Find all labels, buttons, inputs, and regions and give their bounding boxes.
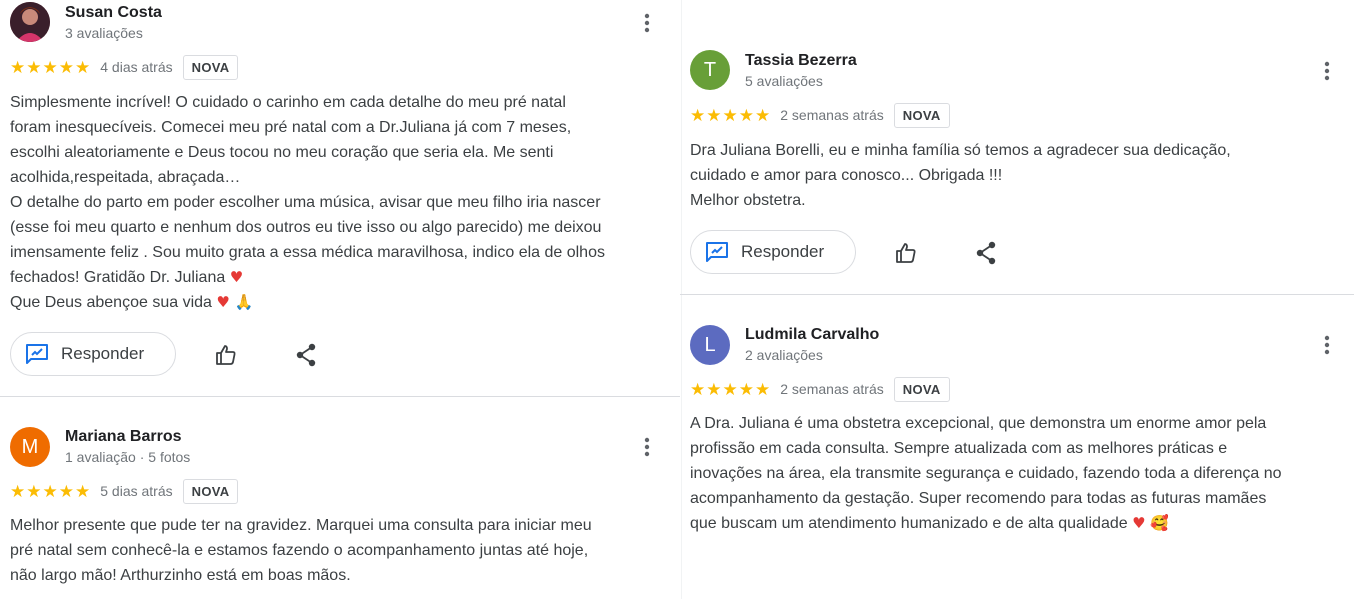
review-date: 2 semanas atrás bbox=[780, 107, 884, 123]
rating-row: ★ ★ ★ ★ ★ 2 semanas atrás NOVA bbox=[690, 376, 950, 402]
avatar[interactable]: T bbox=[690, 50, 730, 90]
star-rating: ★ ★ ★ ★ ★ bbox=[10, 57, 91, 77]
new-badge: NOVA bbox=[893, 376, 950, 402]
rating-row: ★ ★ ★ ★ ★ 2 semanas atrás NOVA bbox=[690, 102, 950, 128]
like-icon[interactable] bbox=[212, 341, 240, 369]
rating-row: ★ ★ ★ ★ ★ 5 dias atrás NOVA bbox=[10, 478, 239, 504]
review-text: A Dra. Juliana é uma obstetra excepciona… bbox=[690, 415, 1282, 532]
star-rating: ★ ★ ★ ★ ★ bbox=[690, 105, 771, 125]
reply-icon bbox=[26, 344, 48, 364]
heart-pray-emoji: ♥ 🙏 bbox=[216, 293, 254, 311]
rating-row: ★ ★ ★ ★ ★ 4 dias atrás NOVA bbox=[10, 54, 239, 80]
reply-button[interactable]: Responder bbox=[10, 332, 176, 376]
reviewer-meta: 5 avaliações bbox=[745, 73, 823, 89]
reviewer-name[interactable]: Susan Costa bbox=[65, 4, 162, 22]
reviewer-name[interactable]: Mariana Barros bbox=[65, 428, 182, 446]
avatar[interactable]: M bbox=[10, 427, 50, 467]
review-date: 5 dias atrás bbox=[100, 483, 173, 499]
more-options-icon[interactable] bbox=[635, 435, 659, 459]
reply-button[interactable]: Responder bbox=[690, 230, 856, 274]
review-divider bbox=[0, 396, 680, 397]
more-options-icon[interactable] bbox=[1315, 59, 1339, 83]
new-badge: NOVA bbox=[893, 102, 950, 128]
reviewer-name[interactable]: Ludmila Carvalho bbox=[745, 326, 879, 344]
more-options-icon[interactable] bbox=[635, 11, 659, 35]
star-rating: ★ ★ ★ ★ ★ bbox=[690, 379, 771, 399]
column-divider bbox=[681, 0, 682, 599]
reviewer-meta: 2 avaliações bbox=[745, 347, 823, 363]
heart-smile-emoji: ♥ 🥰 bbox=[1132, 514, 1169, 532]
heart-emoji: ♥ bbox=[229, 268, 244, 286]
review-text: Dra Juliana Borelli, eu e minha família … bbox=[690, 142, 1231, 209]
reviewer-meta: 1 avaliação · 5 fotos bbox=[65, 449, 191, 465]
review-date: 4 dias atrás bbox=[100, 59, 173, 75]
more-options-icon[interactable] bbox=[1315, 333, 1339, 357]
review-divider bbox=[680, 294, 1354, 295]
review-text: Melhor presente que pude ter na gravidez… bbox=[10, 517, 592, 584]
avatar[interactable]: L bbox=[690, 325, 730, 365]
review-date: 2 semanas atrás bbox=[780, 381, 884, 397]
new-badge: NOVA bbox=[182, 54, 239, 80]
reviewer-meta: 3 avaliações bbox=[65, 25, 143, 41]
profile-photo-icon bbox=[10, 2, 50, 42]
like-icon[interactable] bbox=[892, 239, 920, 267]
review-text: Simplesmente incrível! O cuidado o carin… bbox=[10, 94, 605, 311]
new-badge: NOVA bbox=[182, 478, 239, 504]
star-rating: ★ ★ ★ ★ ★ bbox=[10, 481, 91, 501]
avatar[interactable] bbox=[10, 2, 50, 42]
reply-icon bbox=[706, 242, 728, 262]
share-icon[interactable] bbox=[972, 239, 1000, 267]
share-icon[interactable] bbox=[292, 341, 320, 369]
reviewer-name[interactable]: Tassia Bezerra bbox=[745, 52, 857, 70]
